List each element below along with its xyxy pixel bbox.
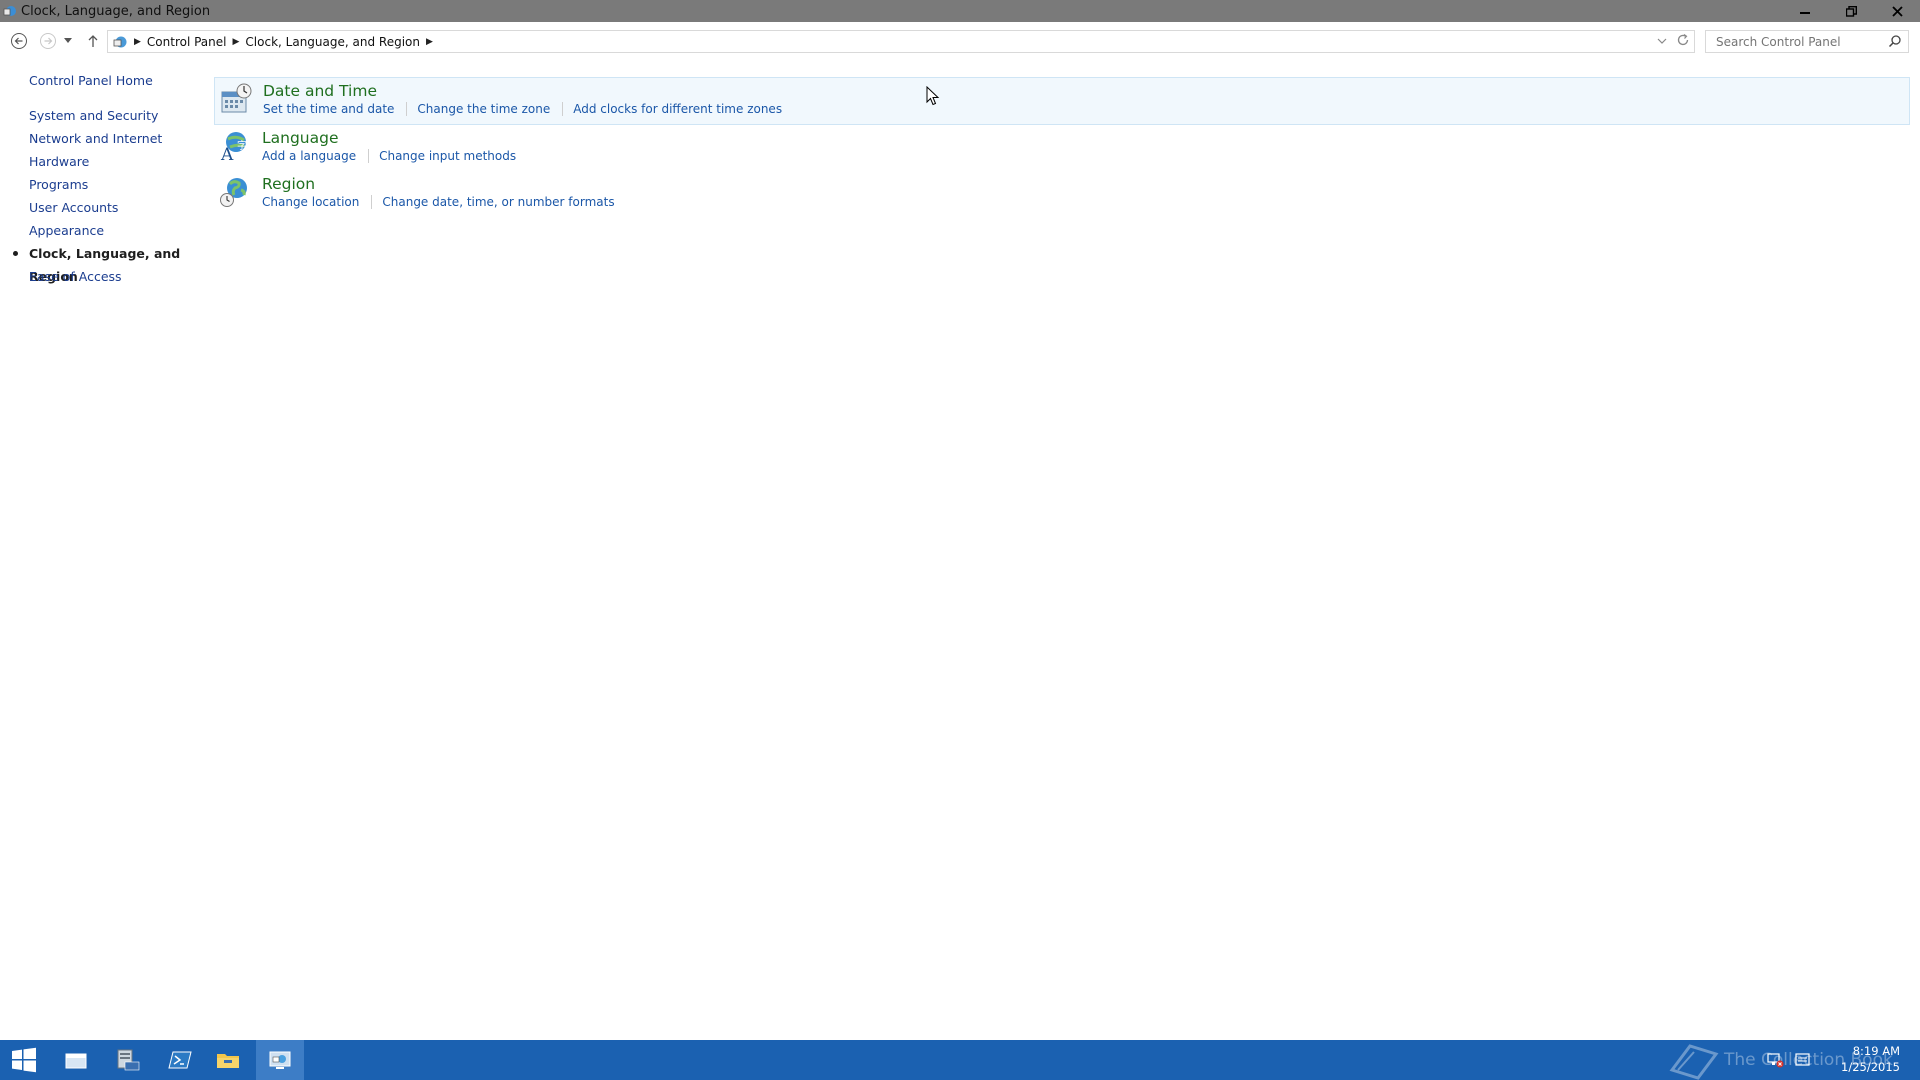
- sidebar-item-programs[interactable]: Programs: [29, 173, 199, 196]
- forward-button[interactable]: [39, 32, 57, 50]
- control-panel-home-link[interactable]: Control Panel Home: [29, 72, 199, 90]
- control-panel-location-icon: [113, 36, 127, 47]
- search-input[interactable]: [1714, 33, 1888, 50]
- date-time-icon: [221, 83, 252, 113]
- mouse-cursor-icon: [926, 86, 940, 106]
- category-region[interactable]: Region Change location Change date, time…: [214, 171, 1910, 217]
- sidebar-item-network-internet[interactable]: Network and Internet: [29, 127, 199, 150]
- control-panel-icon: [269, 1051, 291, 1069]
- category-list: Date and Time Set the time and date Chan…: [214, 77, 1910, 217]
- start-icon: [12, 1047, 36, 1073]
- sidebar-item-appearance[interactable]: Appearance: [29, 219, 199, 242]
- refresh-icon[interactable]: [1676, 33, 1690, 47]
- taskbar-clock[interactable]: 8:19 AM 1/25/2015: [1841, 1043, 1900, 1075]
- breadcrumb-separator-icon[interactable]: ▶: [424, 37, 435, 47]
- category-title[interactable]: Region: [262, 171, 1910, 194]
- search-box[interactable]: [1705, 30, 1909, 53]
- active-bullet-icon: [13, 251, 18, 256]
- sidebar-item-ease-of-access[interactable]: Ease of Access: [29, 265, 199, 288]
- category-title[interactable]: Language: [262, 125, 1910, 148]
- back-arrow-icon: [11, 33, 27, 49]
- svg-text:字: 字: [237, 139, 247, 152]
- address-dropdown-icon[interactable]: [1656, 33, 1668, 47]
- sidebar-item-user-accounts[interactable]: User Accounts: [29, 196, 199, 219]
- add-clocks-link[interactable]: Add clocks for different time zones: [573, 101, 782, 117]
- file-explorer-icon: [65, 1053, 87, 1069]
- server-manager-icon: [117, 1049, 140, 1071]
- change-input-methods-link[interactable]: Change input methods: [379, 148, 516, 164]
- recent-locations-button[interactable]: [63, 32, 73, 50]
- close-button[interactable]: [1874, 0, 1920, 22]
- start-button[interactable]: [0, 1040, 48, 1080]
- taskbar-file-explorer[interactable]: [52, 1040, 100, 1080]
- taskbar-folder[interactable]: [204, 1040, 252, 1080]
- restore-icon: [1845, 5, 1857, 17]
- taskbar-powershell[interactable]: [156, 1040, 204, 1080]
- powershell-icon: [168, 1051, 192, 1069]
- clock-time: 8:19 AM: [1852, 1044, 1900, 1058]
- language-icon: A 字: [220, 132, 247, 163]
- change-time-zone-link[interactable]: Change the time zone: [417, 101, 550, 117]
- back-button[interactable]: [10, 32, 28, 50]
- clock-date: 1/25/2015: [1841, 1060, 1900, 1074]
- link-divider: [562, 102, 564, 116]
- link-divider: [371, 195, 373, 209]
- sidebar-item-clock-language-region: Clock, Language, and Region: [13, 242, 199, 284]
- taskbar-control-panel[interactable]: [256, 1040, 304, 1080]
- svg-text:A: A: [220, 145, 234, 163]
- folder-icon: [217, 1054, 239, 1068]
- window-title: Clock, Language, and Region: [21, 3, 211, 19]
- taskbar: The Collection Book 8:19 AM 1/25/2015: [0, 1040, 1920, 1080]
- link-divider: [406, 102, 408, 116]
- region-globe-icon: [220, 178, 247, 207]
- taskbar-server-manager[interactable]: [104, 1040, 152, 1080]
- up-arrow-icon: [88, 35, 98, 47]
- title-bar: Clock, Language, and Region: [0, 0, 1920, 22]
- navigation-row: ▶ Control Panel ▶ Clock, Language, and R…: [0, 28, 1920, 54]
- action-center-tray-icon[interactable]: [1794, 1052, 1812, 1068]
- breadcrumb-separator-icon: ▶: [134, 36, 141, 47]
- forward-arrow-icon: [40, 33, 56, 49]
- control-panel-app-icon: [3, 6, 16, 16]
- category-title[interactable]: Date and Time: [263, 78, 1909, 101]
- address-bar[interactable]: ▶ Control Panel ▶ Clock, Language, and R…: [107, 30, 1695, 53]
- book-logo-icon: [1669, 1044, 1719, 1080]
- chevron-down-icon: [64, 38, 72, 43]
- add-language-link[interactable]: Add a language: [262, 148, 356, 164]
- category-date-and-time[interactable]: Date and Time Set the time and date Chan…: [214, 77, 1910, 125]
- minimize-button[interactable]: [1782, 0, 1828, 22]
- restore-button[interactable]: [1828, 0, 1874, 22]
- sidebar: Control Panel Home System and Security N…: [13, 72, 199, 288]
- change-formats-link[interactable]: Change date, time, or number formats: [382, 194, 614, 210]
- breadcrumb-separator-icon[interactable]: ▶: [231, 37, 242, 47]
- breadcrumb-control-panel[interactable]: Control Panel: [143, 35, 231, 49]
- breadcrumb-clock-language-region[interactable]: Clock, Language, and Region: [241, 35, 424, 49]
- network-tray-icon[interactable]: [1766, 1052, 1784, 1068]
- category-language[interactable]: A 字 Language Add a language Change input…: [214, 125, 1910, 171]
- up-button[interactable]: [84, 32, 102, 50]
- link-divider: [368, 149, 370, 163]
- minimize-icon: [1800, 12, 1810, 14]
- change-location-link[interactable]: Change location: [262, 194, 359, 210]
- search-icon[interactable]: [1888, 34, 1902, 48]
- sidebar-item-hardware[interactable]: Hardware: [29, 150, 199, 173]
- close-icon: [1891, 5, 1903, 17]
- sidebar-item-system-security[interactable]: System and Security: [29, 104, 199, 127]
- set-time-date-link[interactable]: Set the time and date: [263, 101, 394, 117]
